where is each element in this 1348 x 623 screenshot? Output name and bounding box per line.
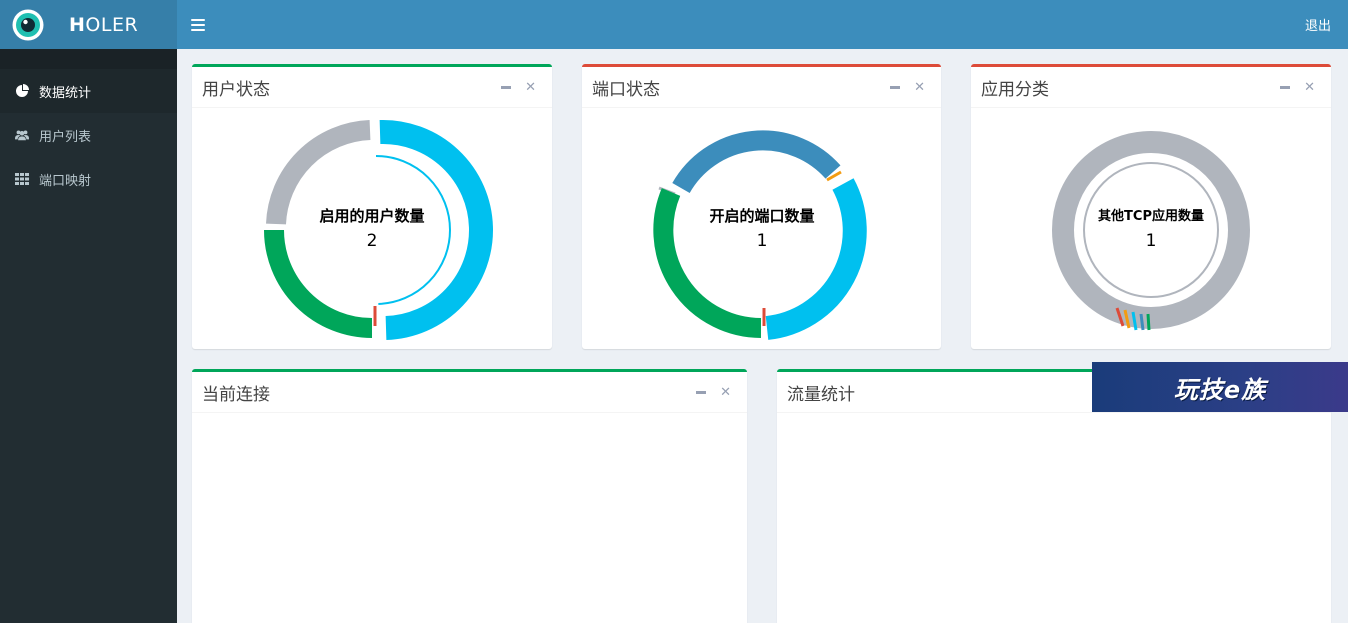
box-title: 用户状态 [202, 79, 270, 100]
sidebar-item-label: 用户列表 [39, 129, 92, 145]
sidebar-item-data-stats[interactable]: 数据统计 [0, 69, 177, 113]
sidebar-toggle-button[interactable] [191, 18, 205, 31]
sidebar-item-user-list[interactable]: 用户列表 [0, 113, 177, 157]
top-navbar: 退出 [177, 0, 1348, 49]
collapse-button[interactable] [696, 390, 707, 394]
box-header: 应用分类 ✕ [971, 67, 1331, 108]
port-status-donut: 开启的端口数量 1 [582, 108, 942, 346]
close-button[interactable]: ✕ [914, 81, 925, 94]
pie-chart-icon [15, 84, 29, 98]
box-tools: ✕ [890, 81, 925, 94]
close-button[interactable]: ✕ [1304, 81, 1315, 94]
box-header: 当前连接 ✕ [192, 372, 747, 413]
collapse-button[interactable] [501, 85, 512, 89]
close-button[interactable]: ✕ [525, 81, 536, 94]
sidebar-user-panel [0, 49, 177, 69]
users-icon [15, 128, 29, 142]
collapse-button[interactable] [1280, 85, 1291, 89]
user-status-donut: 启用的用户数量 2 [192, 108, 552, 346]
current-connections-box: 当前连接 ✕ [192, 369, 747, 623]
sidebar-item-label: 数据统计 [39, 85, 92, 101]
donut-center-label: 其他TCP应用数量 [1098, 209, 1204, 224]
donut-center-value: 1 [756, 231, 768, 251]
box-header: 用户状态 ✕ [192, 67, 552, 108]
app-category-box: 应用分类 ✕ 其他TCP应用数量 1 [971, 64, 1331, 349]
app-logo-text: HOLER [69, 13, 139, 36]
sidebar-item-label: 端口映射 [39, 173, 92, 189]
donut-center-value: 1 [1145, 231, 1157, 251]
collapse-button[interactable] [890, 85, 901, 89]
box-tools: ✕ [696, 386, 731, 399]
donut-center-label: 启用的用户数量 [319, 207, 425, 225]
box-title: 流量统计 [787, 384, 855, 405]
box-title: 应用分类 [981, 79, 1049, 100]
box-tools: ✕ [501, 81, 536, 94]
donut-center-value: 2 [366, 231, 378, 251]
user-status-box: 用户状态 ✕ 启用的用户数量 2 [192, 64, 552, 349]
box-tools: ✕ [1280, 81, 1315, 94]
watermark-text: 玩技e族 [1173, 375, 1267, 404]
box-header: 端口状态 ✕ [582, 67, 941, 108]
box-title: 当前连接 [202, 384, 270, 405]
port-status-box: 端口状态 ✕ 开启的端口数量 1 [582, 64, 941, 349]
donut-center-label: 开启的端口数量 [709, 207, 815, 225]
watermark-banner: 玩技e族 [1092, 362, 1348, 412]
sidebar-item-port-mapping[interactable]: 端口映射 [0, 157, 177, 201]
sidebar: 数据统计 用户列表 端口映射 [0, 49, 177, 623]
box-title: 端口状态 [592, 79, 660, 100]
logo-area[interactable]: HOLER [0, 0, 177, 49]
eye-logo-icon [12, 9, 44, 40]
grid-icon [15, 172, 29, 186]
app-category-donut: 其他TCP应用数量 1 [971, 108, 1331, 346]
logout-link[interactable]: 退出 [1305, 15, 1331, 34]
close-button[interactable]: ✕ [720, 386, 731, 399]
